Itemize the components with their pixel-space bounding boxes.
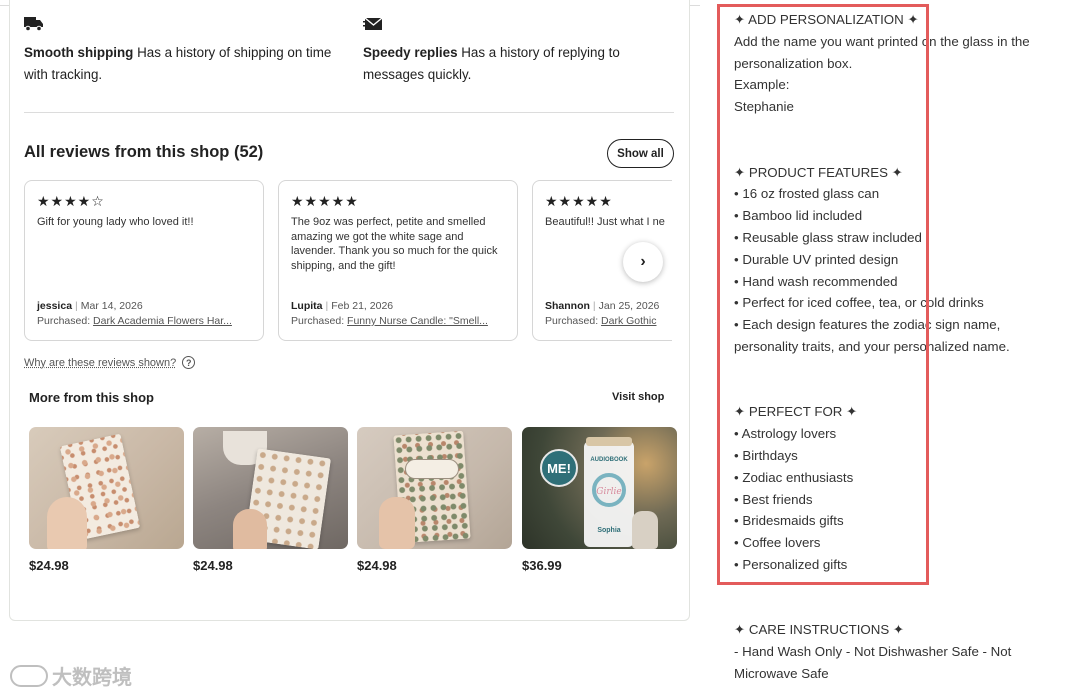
product-card[interactable]: $24.98 xyxy=(357,427,512,573)
description-line: • Zodiac enthusiasts xyxy=(734,469,854,485)
description-line: • Birthdays xyxy=(734,447,798,463)
product-price: $24.98 xyxy=(29,558,69,573)
star-rating: ★★★★★ xyxy=(545,193,613,209)
review-text: The 9oz was perfect, petite and smelled … xyxy=(291,216,498,272)
watermark-text: 大数跨境 xyxy=(52,667,132,689)
description-line: ✦ PRODUCT FEATURES ✦ xyxy=(734,164,903,180)
can-design-sub: Girlie xyxy=(596,487,622,497)
why-reviews-shown[interactable]: Why are these reviews shown? ? xyxy=(24,356,196,369)
review-author: Lupita xyxy=(291,300,323,312)
description-line: • Each design features the zodiac sign n… xyxy=(734,317,1001,333)
purchased-label: Purchased: xyxy=(37,315,91,327)
purchased-item-link[interactable]: Dark Academia Flowers Har... xyxy=(93,315,232,327)
product-image[interactable] xyxy=(193,427,348,549)
description-line: Add the name you want printed on the gla… xyxy=(734,33,1030,49)
more-from-shop-heading: More from this shop xyxy=(29,390,154,405)
product-card[interactable]: $24.98 xyxy=(193,427,348,573)
description-line: • Personalized gifts xyxy=(734,556,848,572)
description-line: • Astrology lovers xyxy=(734,426,837,442)
review-date: Mar 14, 2026 xyxy=(80,300,143,312)
description-line: • Coffee lovers xyxy=(734,535,821,551)
description-line xyxy=(734,140,1074,162)
purchased-item-link[interactable]: Funny Nurse Candle: "Smell... xyxy=(347,315,488,327)
carousel-next-button[interactable]: › xyxy=(623,242,663,282)
description-line: • Bamboo lid included xyxy=(734,208,863,224)
envelope-icon xyxy=(363,17,383,30)
review-purchased: Purchased: Dark Academia Flowers Har... xyxy=(37,315,251,327)
description-line: - Hand Wash Only - Not Dishwasher Safe -… xyxy=(734,644,1012,660)
personalize-badge: ME! xyxy=(540,449,578,487)
description-line: • Durable UV printed design xyxy=(734,251,899,267)
purchased-label: Purchased: xyxy=(545,315,599,327)
truck-icon xyxy=(24,17,43,32)
description-line: • Best friends xyxy=(734,491,813,507)
watermark: 大数跨境 xyxy=(10,661,132,690)
review-meta: Lupita | Feb 21, 2026 xyxy=(291,300,394,312)
product-price: $24.98 xyxy=(193,558,233,573)
section-divider xyxy=(24,112,674,113)
watermark-logo-icon xyxy=(10,664,48,687)
description-line xyxy=(734,598,1074,620)
description-line xyxy=(734,118,1074,140)
description-line: • Bridesmaids gifts xyxy=(734,513,844,529)
policy-title: Smooth shipping xyxy=(24,45,134,60)
product-card[interactable]: ME! AUDIOBOOK Girlie Sophia $36.99 xyxy=(522,427,677,573)
description-line: ✦ PERFECT FOR ✦ xyxy=(734,404,858,420)
product-description: ✦ ADD PERSONALIZATION ✦ Add the name you … xyxy=(734,9,1074,685)
reviews-carousel: ★★★★☆ Gift for young lady who loved it!!… xyxy=(24,180,672,342)
description-line: Microwave Safe xyxy=(734,665,829,681)
review-meta: jessica | Mar 14, 2026 xyxy=(37,300,143,312)
description-line: Example: xyxy=(734,77,790,93)
reviews-heading: All reviews from this shop (52) xyxy=(24,143,264,161)
description-line: ✦ CARE INSTRUCTIONS ✦ xyxy=(734,622,905,638)
star-rating: ★★★★★ xyxy=(291,193,359,209)
description-line: • 16 oz frosted glass can xyxy=(734,186,880,202)
show-all-reviews-button[interactable]: Show all xyxy=(607,139,674,168)
why-reviews-link[interactable]: Why are these reviews shown? xyxy=(24,357,176,369)
description-line: personalization box. xyxy=(734,55,853,71)
description-line: Stephanie xyxy=(734,99,794,115)
review-author: Shannon xyxy=(545,300,590,312)
review-text: Gift for young lady who loved it!! xyxy=(37,216,194,228)
product-price: $36.99 xyxy=(522,558,562,573)
review-meta: Shannon | Jan 25, 2026 xyxy=(545,300,660,312)
product-image[interactable] xyxy=(29,427,184,549)
review-date: Jan 25, 2026 xyxy=(598,300,660,312)
review-card[interactable]: ★★★★☆ Gift for young lady who loved it!!… xyxy=(24,180,264,341)
visit-shop-link[interactable]: Visit shop xyxy=(612,391,664,403)
description-line: • Perfect for iced coffee, tea, or cold … xyxy=(734,295,984,311)
purchased-label: Purchased: xyxy=(291,315,345,327)
description-line: • Reusable glass straw included xyxy=(734,229,922,245)
description-line: • Hand wash recommended xyxy=(734,273,898,289)
review-date: Feb 21, 2026 xyxy=(331,300,394,312)
policy-title: Speedy replies xyxy=(363,45,458,60)
can-design-title: AUDIOBOOK xyxy=(590,457,628,463)
review-card[interactable]: ★★★★★ The 9oz was perfect, petite and sm… xyxy=(278,180,518,341)
product-price: $24.98 xyxy=(357,558,397,573)
description-line: personality traits, and your personalize… xyxy=(734,338,1010,354)
product-image[interactable]: ME! AUDIOBOOK Girlie Sophia xyxy=(522,427,677,549)
help-circle-icon[interactable]: ? xyxy=(182,356,196,369)
star-rating: ★★★★☆ xyxy=(37,193,105,209)
description-line: ✦ ADD PERSONALIZATION ✦ xyxy=(734,12,919,27)
chevron-right-icon: › xyxy=(640,253,646,270)
product-card[interactable]: $24.98 xyxy=(29,427,184,573)
policy-speedy-replies: Speedy replies Has a history of replying… xyxy=(363,16,673,86)
review-author: jessica xyxy=(37,300,73,312)
product-image[interactable] xyxy=(357,427,512,549)
description-line xyxy=(734,576,1074,598)
policy-smooth-shipping: Smooth shipping Has a history of shippin… xyxy=(24,16,334,86)
can-design-name: Sophia xyxy=(597,527,621,534)
review-purchased: Purchased: Funny Nurse Candle: "Smell... xyxy=(291,315,505,327)
description-line xyxy=(734,380,1074,402)
description-line xyxy=(734,358,1074,380)
purchased-item-link[interactable]: Dark Gothic xyxy=(601,315,656,327)
review-purchased: Purchased: Dark Gothic xyxy=(545,315,672,327)
